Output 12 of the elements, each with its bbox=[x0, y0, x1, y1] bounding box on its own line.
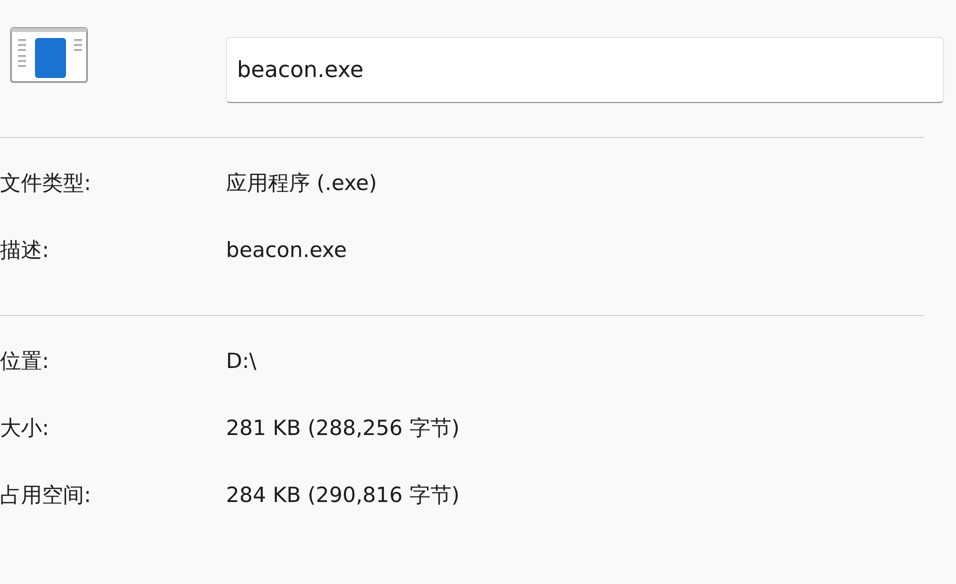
application-window-icon bbox=[10, 27, 88, 83]
property-value: 284 KB (290,816 字节) bbox=[226, 482, 460, 509]
property-label: 描述: bbox=[0, 237, 50, 264]
property-label: 大小: bbox=[0, 415, 50, 442]
property-label: 文件类型: bbox=[0, 170, 92, 197]
property-label: 占用空间: bbox=[0, 482, 92, 509]
file-name-field[interactable]: beacon.exe bbox=[226, 37, 944, 103]
property-value: beacon.exe bbox=[226, 238, 347, 262]
property-value: 应用程序 (.exe) bbox=[226, 170, 377, 197]
property-value: D:\ bbox=[226, 349, 256, 373]
property-value: 281 KB (288,256 字节) bbox=[226, 415, 460, 442]
property-label: 位置: bbox=[0, 348, 50, 375]
